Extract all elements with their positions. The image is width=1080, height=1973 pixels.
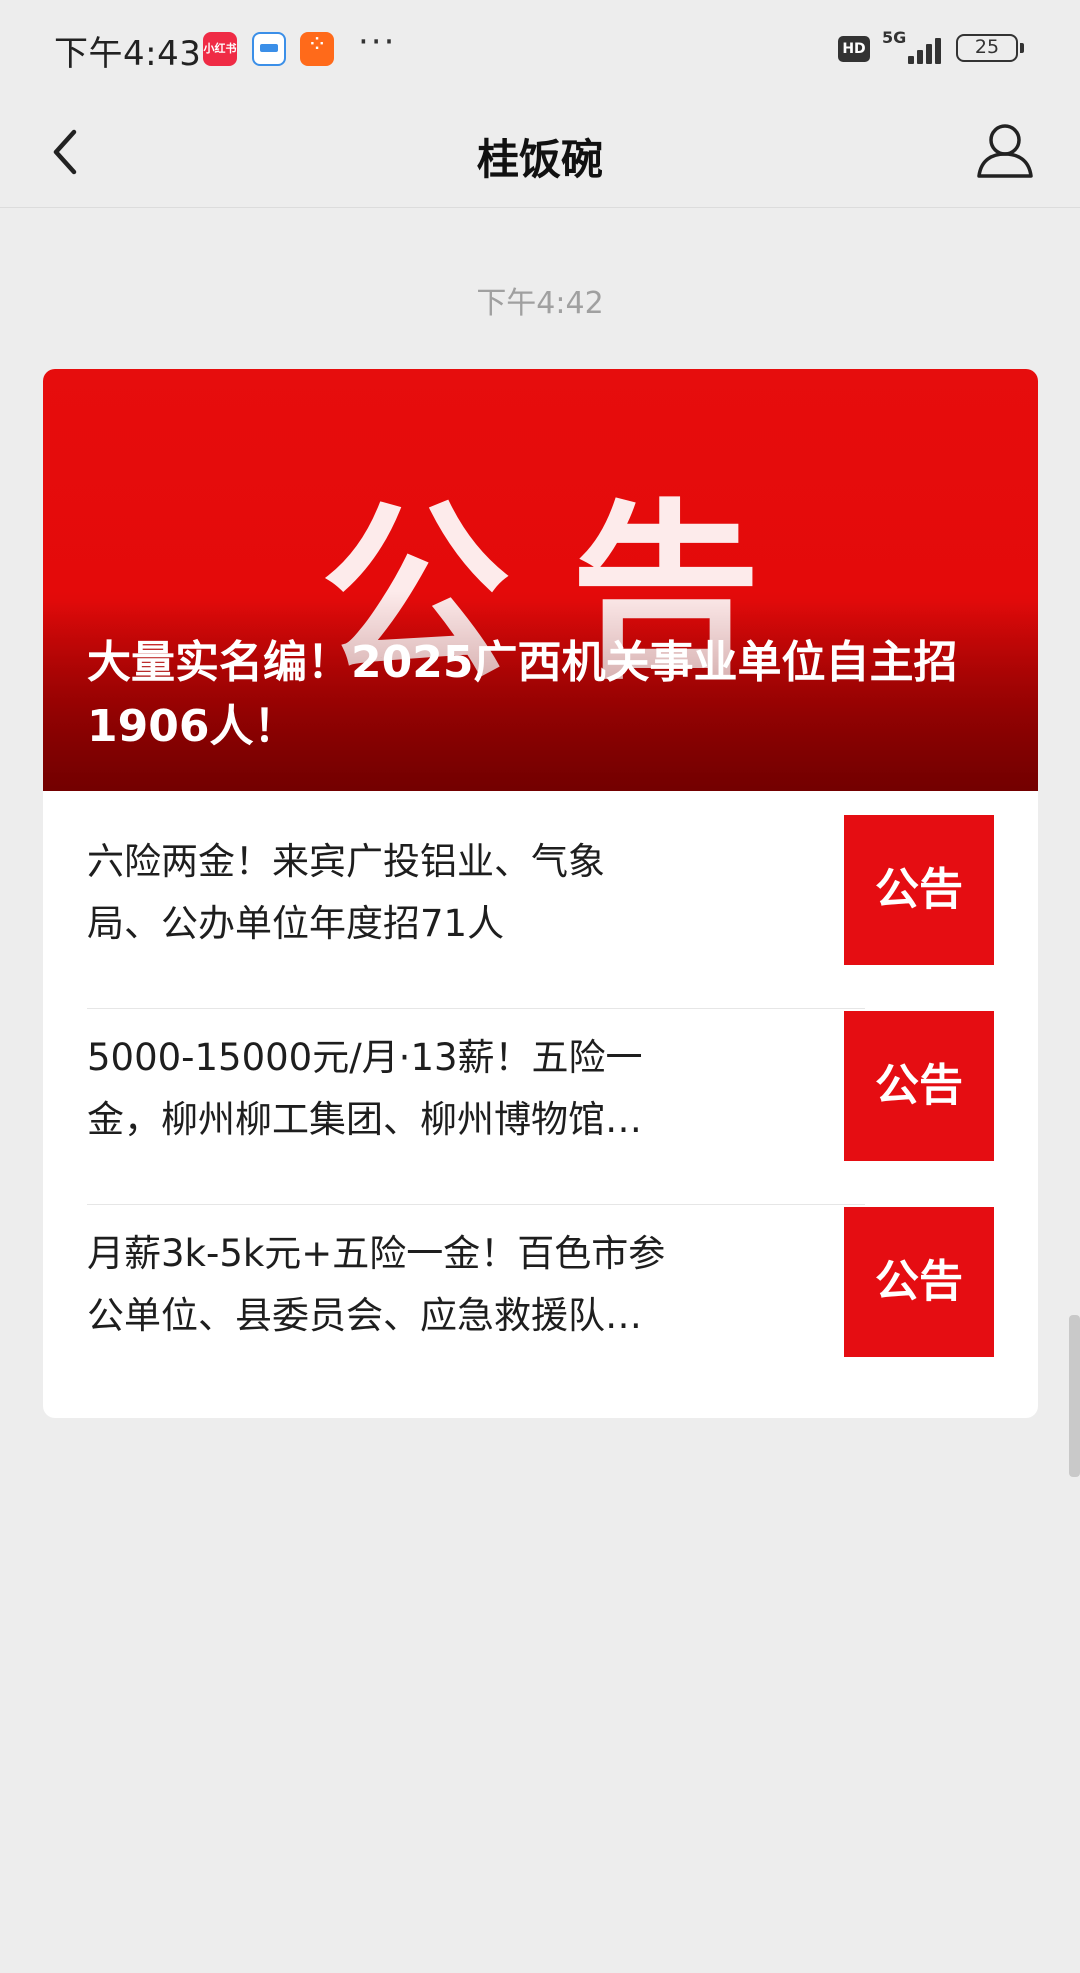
article-item-title: 月薪3k-5k元+五险一金！百色市参公单位、县委员会、应急救援队、医疗集… xyxy=(87,1232,666,1337)
hd-icon: HD xyxy=(838,36,870,62)
more-notifications-icon: ··· xyxy=(358,22,397,62)
status-time: 下午4:43 xyxy=(54,34,202,74)
hero-article[interactable]: 公告 大量实名编！2025广西机关事业单位自主招1906人！ xyxy=(43,369,1038,791)
article-list-item[interactable]: 月薪3k-5k元+五险一金！百色市参公单位、县委员会、应急救援队、医疗集… 公告 xyxy=(43,1183,1038,1379)
navigation-bar: 桂饭碗 xyxy=(0,96,1080,208)
status-bar: 下午4:43 小红书 ··· HD 5G 25 xyxy=(0,0,1080,96)
xiaohongshu-notification-icon: 小红书 xyxy=(203,32,237,66)
message-notification-icon xyxy=(252,32,286,66)
battery-icon: 25 xyxy=(956,34,1024,62)
person-icon xyxy=(977,124,1033,178)
scrollbar[interactable] xyxy=(1069,1315,1080,1477)
app-notification-icon xyxy=(300,30,334,66)
signal-icon xyxy=(900,34,944,64)
page-title: 桂饭碗 xyxy=(476,135,603,184)
article-item-thumbnail: 公告 xyxy=(844,815,994,965)
article-item-thumbnail: 公告 xyxy=(844,1207,994,1357)
article-item-title: 六险两金！来宾广投铝业、气象局、公办单位年度招71人 xyxy=(87,840,605,945)
article-item-title: 5000-15000元/月·13薪！五险一金，柳州柳工集团、柳州博物馆、十一冶… xyxy=(87,1036,643,1141)
article-list-item[interactable]: 5000-15000元/月·13薪！五险一金，柳州柳工集团、柳州博物馆、十一冶…… xyxy=(43,987,1038,1183)
article-list-item[interactable]: 六险两金！来宾广投铝业、气象局、公办单位年度招71人 公告 xyxy=(43,791,1038,987)
hero-article-title: 大量实名编！2025广西机关事业单位自主招1906人！ xyxy=(87,637,958,752)
message-timestamp: 下午4:42 xyxy=(476,286,604,321)
profile-button[interactable] xyxy=(970,116,1040,186)
article-item-thumbnail: 公告 xyxy=(844,1011,994,1161)
article-card: 公告 大量实名编！2025广西机关事业单位自主招1906人！ 六险两金！来宾广投… xyxy=(43,369,1038,1418)
